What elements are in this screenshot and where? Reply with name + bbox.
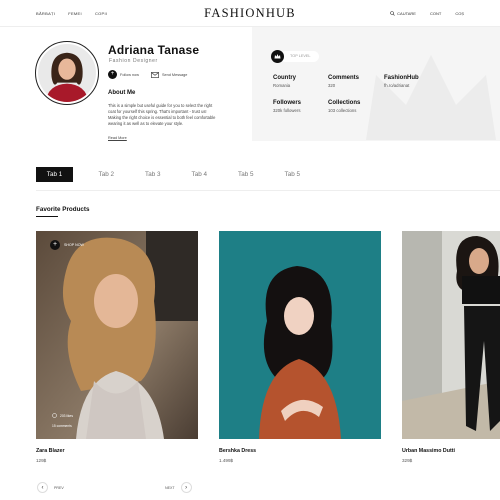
stat-followers: Followers 320k followers (273, 100, 301, 113)
stat-collections: Collections 103 collections (328, 100, 360, 113)
nav-cart[interactable]: COȘ (455, 11, 464, 16)
product-name[interactable]: Zara Blazer (36, 448, 65, 454)
product-price: 129$ (36, 458, 47, 463)
product-price: 329$ (402, 458, 413, 463)
badge-circle (271, 50, 284, 63)
stat-value: 103 collections (328, 108, 357, 113)
shop-now-label: SHOP NOW (64, 243, 84, 247)
likes-count: 203 likes (60, 413, 74, 418)
crown-icon (274, 54, 281, 59)
tab-6[interactable]: Tab 5 (269, 167, 316, 182)
tab-3[interactable]: Tab 3 (130, 167, 177, 182)
product-name[interactable]: Urban Massimo Dutti (402, 448, 455, 454)
product-price: 1.499$ (219, 458, 234, 463)
about-text: This is a simple but useful guide for yo… (108, 103, 216, 126)
stat-value: Romania (273, 83, 291, 88)
favorites-heading: Favorite Products (36, 206, 90, 213)
stat-label: Comments (328, 75, 360, 81)
profile-photo (38, 44, 96, 102)
shop-now-button[interactable]: + SHOP NOW (50, 240, 84, 250)
likes-meta: 203 likes (52, 413, 73, 418)
account-nav: CAUTARE CONT COȘ (390, 11, 464, 16)
profile-actions: + Follow now Send Message (108, 70, 187, 79)
mail-icon (151, 71, 159, 78)
comments-count: 15 comments (52, 424, 72, 428)
nav-account[interactable]: CONT (430, 11, 441, 16)
arrow-left-icon: ‹ (37, 482, 48, 493)
follow-button[interactable]: + Follow now (108, 70, 139, 79)
heart-icon (52, 413, 57, 418)
tab-4[interactable]: Tab 4 (176, 167, 223, 182)
stat-label: Followers (273, 100, 302, 106)
search-link[interactable]: CAUTARE (390, 11, 416, 17)
stat-label: FashionHub (384, 75, 419, 81)
stat-fashionhub: FashionHub fh.ro/adrianat (384, 75, 419, 88)
arrow-right-icon: › (180, 482, 192, 493)
stat-country: Country Romania (273, 75, 296, 88)
tab-1[interactable]: Tab 1 (36, 167, 73, 182)
follow-label: Follow now (120, 72, 139, 77)
tabs-divider (36, 190, 500, 191)
message-label: Send Message (162, 72, 188, 77)
send-message-button[interactable]: Send Message (151, 71, 188, 78)
prev-label: PREV (54, 485, 64, 490)
product-photo (36, 231, 198, 439)
product-card-massimo-dutti[interactable] (402, 231, 500, 439)
next-button[interactable]: NEXT › (165, 482, 192, 493)
stat-label: Collections (328, 100, 361, 106)
tab-2[interactable]: Tab 2 (83, 167, 130, 182)
search-label: CAUTARE (397, 11, 416, 16)
stat-label: Country (273, 75, 296, 81)
read-more-link[interactable]: Read More (108, 136, 127, 140)
top-header: BĂRBAȚI FEMEI COPII FASHIONHUB CAUTARE C… (0, 0, 500, 27)
profile-role: Fashion Designer (109, 58, 158, 64)
plus-icon: + (50, 240, 60, 250)
prev-button[interactable]: ‹ PREV (37, 482, 64, 493)
search-icon (390, 11, 395, 17)
product-photo (402, 231, 500, 439)
next-label: NEXT (165, 485, 175, 490)
avatar (35, 41, 99, 105)
top-level-badge: TOP LEVEL (280, 51, 319, 62)
product-name[interactable]: Bershka Dress (219, 448, 256, 454)
stat-value: 320 (328, 83, 336, 88)
favorites-underline (36, 216, 58, 217)
about-heading: About Me (108, 90, 136, 96)
stat-value[interactable]: fh.ro/adrianat (384, 83, 419, 88)
tab-5[interactable]: Tab 5 (223, 167, 270, 182)
plus-icon: + (108, 70, 117, 79)
product-photo (219, 231, 381, 439)
comments-meta: 15 comments (52, 424, 72, 428)
profile-name: Adriana Tanase (108, 43, 200, 57)
profile-tabs: Tab 1 Tab 2 Tab 3 Tab 4 Tab 5 Tab 5 (36, 167, 316, 182)
stat-comments: Comments 320 (328, 75, 359, 88)
stat-value: 320k followers (273, 108, 301, 113)
crown-watermark-icon (366, 55, 496, 140)
product-card-bershka[interactable] (219, 231, 381, 439)
product-card-zara[interactable] (36, 231, 198, 439)
